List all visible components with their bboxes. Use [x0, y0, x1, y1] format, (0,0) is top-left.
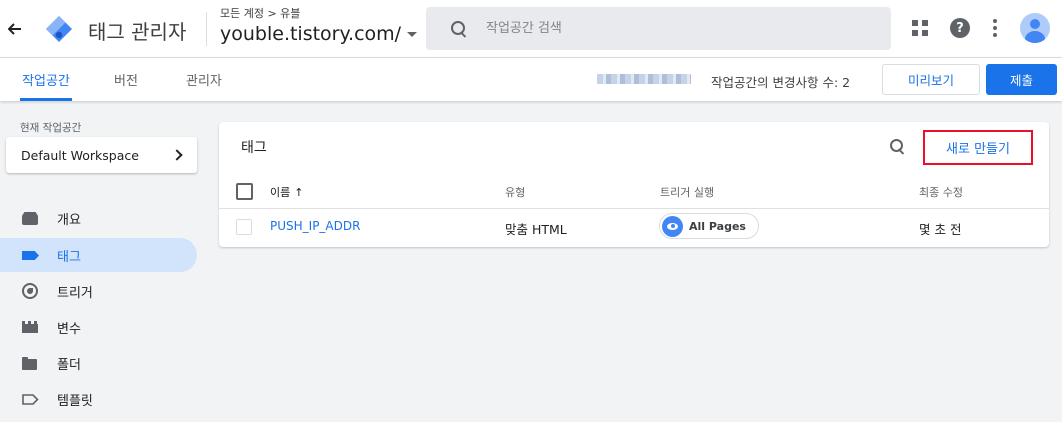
- redacted-user-info: [597, 74, 691, 84]
- workspace-name: Default Workspace: [21, 147, 139, 163]
- workspace-change-count: 작업공간의 변경사항 수: 2: [711, 75, 851, 90]
- sidebar-item-tags[interactable]: 태그: [0, 238, 197, 272]
- table-row[interactable]: PUSH_IP_ADDR 맞춤 HTML All Pages 몇 초 전: [219, 210, 1049, 242]
- trigger-chip[interactable]: All Pages: [659, 213, 759, 239]
- folder-icon: [22, 357, 37, 370]
- sidebar-item-label: 개요: [57, 212, 81, 228]
- account-breadcrumb: 모든 계정 > 유블: [220, 7, 301, 20]
- sidebar-item-templates[interactable]: 템플릿: [0, 382, 197, 416]
- table-header: 이름 ↑ 유형 트리거 실행 최종 수정: [219, 177, 1049, 209]
- tab-versions[interactable]: 버전: [114, 58, 138, 101]
- tab-admin[interactable]: 관리자: [186, 58, 222, 101]
- card-title: 태그: [241, 140, 267, 156]
- select-all-checkbox[interactable]: [236, 183, 253, 200]
- preview-button[interactable]: 미리보기: [882, 64, 980, 95]
- tags-card: 태그 새로 만들기 이름 ↑ 유형 트리거 실행 최종 수정 PUSH_IP_AD…: [219, 122, 1049, 247]
- chevron-right-icon: [171, 149, 183, 161]
- search-icon[interactable]: [889, 138, 907, 156]
- container-selector[interactable]: 모든 계정 > 유블 youble.tistory.com/: [220, 5, 418, 45]
- eye-icon: [662, 215, 683, 237]
- sidebar-item-label: 변수: [57, 321, 81, 337]
- tab-workspace[interactable]: 작업공간: [20, 58, 72, 101]
- sidebar-item-folders[interactable]: 폴더: [0, 346, 197, 380]
- sidebar-item-overview[interactable]: 개요: [0, 201, 197, 235]
- sidebar-item-variables[interactable]: 변수: [0, 310, 197, 344]
- more-vert-icon[interactable]: [993, 19, 997, 37]
- overview-icon: [22, 215, 38, 225]
- column-header-last-edited[interactable]: 최종 수정: [919, 184, 963, 200]
- search-input[interactable]: [486, 21, 866, 36]
- help-icon[interactable]: ?: [950, 18, 970, 38]
- arrow-back-icon[interactable]: [4, 17, 26, 41]
- template-icon: [22, 394, 39, 405]
- top-app-bar: 태그 관리자 모든 계정 > 유블 youble.tistory.com/ ?: [0, 0, 1062, 58]
- trigger-chip-label: All Pages: [689, 219, 746, 233]
- last-edited: 몇 초 전: [919, 222, 962, 237]
- search-icon: [450, 20, 468, 38]
- current-workspace-label: 현재 작업공간: [20, 122, 82, 134]
- column-header-trigger[interactable]: 트리거 실행: [660, 184, 714, 200]
- tag-manager-logo: [44, 14, 74, 44]
- caret-down-icon: [407, 31, 418, 37]
- tag-name-link[interactable]: PUSH_IP_ADDR: [270, 219, 360, 233]
- sidebar-item-label: 태그: [57, 249, 81, 265]
- apps-icon[interactable]: [912, 20, 928, 36]
- workspace-subnav: 작업공간 버전 관리자 작업공간의 변경사항 수: 2 미리보기 제출: [0, 58, 1062, 101]
- column-header-type[interactable]: 유형: [505, 184, 525, 200]
- workspace-selector[interactable]: Default Workspace: [6, 137, 197, 173]
- account-avatar[interactable]: [1020, 13, 1050, 43]
- sidebar-item-triggers[interactable]: 트리거: [0, 274, 197, 308]
- column-header-name[interactable]: 이름 ↑: [270, 184, 303, 200]
- new-tag-button[interactable]: 새로 만들기: [923, 130, 1033, 165]
- variable-icon: [22, 321, 38, 333]
- submit-button[interactable]: 제출: [986, 64, 1057, 95]
- tag-icon: [22, 251, 39, 260]
- workspace-search-bar[interactable]: [426, 7, 891, 50]
- app-title: 태그 관리자: [88, 20, 187, 44]
- row-checkbox[interactable]: [236, 219, 252, 235]
- container-name: youble.tistory.com/: [220, 23, 402, 45]
- sidebar-item-label: 트리거: [57, 285, 93, 301]
- sidebar-item-label: 폴더: [57, 357, 81, 373]
- arrow-up-icon: ↑: [294, 186, 304, 199]
- trigger-icon: [22, 283, 38, 299]
- sidebar-item-label: 템플릿: [57, 393, 93, 409]
- header-divider: [206, 12, 207, 46]
- tag-type: 맞춤 HTML: [505, 222, 567, 237]
- column-header-label: 이름: [270, 186, 291, 199]
